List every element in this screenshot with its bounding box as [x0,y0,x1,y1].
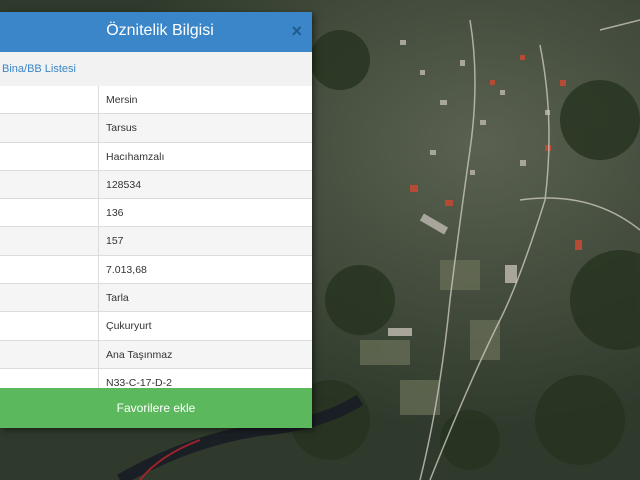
table-row: Tarla [0,284,312,313]
label-cell [0,142,99,170]
label-cell [0,114,99,142]
attribute-table: Mersin Tarsus Hacıhamzalı 128534 136 157… [0,86,312,398]
table-row: Mersin [0,86,312,115]
building-list-link[interactable]: Bina/BB Listesi [2,63,76,75]
table-row: Ana Taşınmaz [0,340,312,369]
value-cell: Çukuryurt [106,320,152,333]
value-cell: 128534 [106,178,142,191]
table-row: 7.013,68 [0,255,312,285]
table-row: 157 [0,227,312,256]
dialog-subheader: Bina/BB Listesi [0,52,312,87]
add-to-favorites-button[interactable]: Favorilere ekle [0,388,312,428]
value-cell: 7.013,68 [106,263,147,276]
table-row: 136 [0,199,312,228]
close-icon[interactable]: × [291,21,302,42]
value-cell: 157 [106,235,124,248]
table-row: Çukuryurt [0,312,312,341]
value-cell: Ana Taşınmaz [106,348,173,361]
value-cell: Hacıhamzalı [106,150,165,163]
table-row: Tarsus [0,114,312,143]
label-cell [0,284,99,312]
label-cell [0,170,99,199]
label-cell [0,199,99,227]
table-row: Hacıhamzalı [0,142,312,171]
label-cell [0,86,99,114]
table-row: 128534 [0,170,312,200]
value-cell: Tarsus [106,122,137,135]
value-cell: Tarla [106,292,129,305]
label-cell [0,312,99,340]
value-cell: 136 [106,207,124,220]
value-cell: Mersin [106,94,138,106]
dialog-header: Öznitelik Bilgisi × [0,12,312,52]
label-cell [0,255,99,284]
attribute-info-dialog: Öznitelik Bilgisi × Bina/BB Listesi Mers… [0,12,312,428]
label-cell [0,227,99,255]
dialog-title: Öznitelik Bilgisi [106,22,214,39]
label-cell [0,340,99,368]
